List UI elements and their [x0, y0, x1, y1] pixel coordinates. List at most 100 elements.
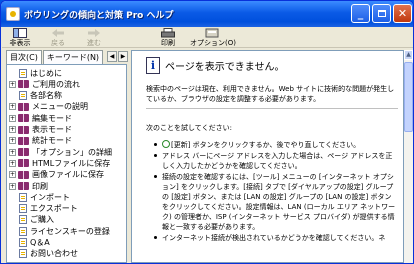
scroll-thumb[interactable]	[404, 62, 413, 132]
page-icon	[19, 91, 27, 101]
hide-button[interactable]: 非表示	[4, 28, 36, 47]
tree-item-label: 「オプション」の詳細	[32, 147, 112, 157]
hide-button-label: 非表示	[9, 39, 31, 47]
list-item: [更新] ボタンをクリックするか、後でやり直してください。	[154, 140, 398, 150]
page-icon	[19, 204, 27, 214]
printer-icon	[161, 28, 175, 38]
tree-item[interactable]: 各部名称	[19, 91, 62, 101]
expand-icon[interactable]: +	[9, 137, 16, 145]
tab-scroll-left-icon[interactable]: ◀	[107, 51, 117, 62]
tree-item[interactable]: + HTMLファイルに保存	[9, 158, 110, 168]
book-icon	[18, 136, 29, 145]
print-button-label: 印刷	[161, 39, 175, 47]
tree-item[interactable]: お問い合わせ	[19, 249, 78, 259]
options-button[interactable]: オプション(O)	[190, 28, 236, 47]
tree-item-label: Q＆A	[30, 238, 50, 247]
tree-item[interactable]: Q＆A	[19, 238, 50, 248]
close-button[interactable]: ✕	[393, 4, 412, 23]
close-icon: ✕	[397, 7, 408, 20]
expand-icon[interactable]: +	[9, 171, 16, 179]
tab-contents[interactable]: 目次(C)	[6, 50, 42, 65]
tree-item-label: 表示モード	[32, 125, 72, 134]
tab-scroll-right-icon[interactable]: ▶	[118, 51, 128, 62]
tree-item[interactable]: ライセンスキーの登録	[19, 226, 110, 236]
tree-item[interactable]: + 表示モード	[9, 125, 72, 135]
tree-item[interactable]: + 統計モード	[9, 136, 72, 146]
suggestion-text: [更新] ボタンをクリックするか、後でやり直してください。	[171, 141, 361, 149]
forward-arrow-icon	[87, 28, 101, 38]
tree-item-label: ご購入	[30, 215, 54, 225]
tree-item-label: ライセンスキーの登録	[30, 226, 110, 236]
error-description: 検索中のページは現在、利用できません。Web サイトに技術的な問題が発生している…	[146, 85, 395, 103]
list-item: アドレス バーにページ アドレスを入力した場合は、ページ アドレスを正しく入力し…	[154, 151, 398, 171]
info-icon: i	[146, 57, 160, 74]
scroll-up-icon[interactable]: ▲	[404, 50, 413, 60]
tree-item[interactable]: エクスポート	[19, 204, 78, 214]
back-button-label: 戻る	[51, 39, 65, 47]
list-item: 接続の設定を確認するには、[ツール] メニューの [インターネット オプション]…	[154, 172, 398, 232]
tree-item[interactable]: + 「オプション」の詳細	[9, 147, 112, 157]
suggestion-list: [更新] ボタンをクリックするか、後でやり直してください。 アドレス バーにペー…	[154, 140, 398, 244]
error-heading: ページを表示できません。	[165, 62, 285, 73]
error-header: i ページを表示できません。	[146, 57, 285, 74]
tab-keyword[interactable]: キーワード(N)	[42, 50, 104, 64]
tree-item-label: はじめに	[30, 68, 62, 78]
back-arrow-icon	[51, 28, 65, 38]
book-icon	[18, 148, 29, 157]
minimize-icon: _	[357, 7, 364, 20]
content-pane: i ページを表示できません。 検索中のページは現在、利用できません。Web サイ…	[131, 50, 404, 263]
list-item: インターネット接続が検出されているかどうかを確認してください。ネ	[154, 233, 398, 243]
page-icon	[19, 192, 27, 202]
expand-icon[interactable]: +	[9, 159, 16, 167]
tree-item-label: HTMLファイルに保存	[32, 158, 111, 168]
tree-item[interactable]: + 印刷	[9, 181, 48, 191]
help-body: 目次(C) キーワード(N) ◀ ▶ はじめに + ご利用の流れ各部名称 + メニューの…	[2, 48, 413, 263]
expand-icon[interactable]: +	[9, 182, 16, 190]
page-icon	[19, 215, 27, 225]
back-button[interactable]: 戻る	[42, 28, 74, 47]
tree-item[interactable]: + メニューの説明	[9, 102, 88, 112]
nav-tabs: 目次(C) キーワード(N)	[6, 50, 104, 65]
book-icon	[18, 102, 29, 111]
book-icon	[18, 159, 29, 168]
expand-icon[interactable]: +	[9, 114, 16, 122]
tree-item-label: 統計モード	[32, 136, 72, 146]
tree-item[interactable]: + 編集モード	[9, 113, 72, 123]
toolbar: 非表示 戻る 進む 印刷 オプション(O)	[2, 27, 413, 48]
tree-item-label: 印刷	[32, 181, 48, 191]
help-window: ボウリングの傾向と対策 Pro ヘルプ _ ✕ 非表示 戻る 進む 印刷 オプシ…	[0, 0, 414, 264]
title-bar[interactable]: ボウリングの傾向と対策 Pro ヘルプ _ ✕	[1, 1, 413, 27]
tree-item-label: インポート	[30, 192, 70, 202]
book-icon	[18, 182, 29, 190]
expand-icon[interactable]: +	[9, 103, 16, 111]
suggestion-text: 接続の設定を確認するには、[ツール] メニューの [インターネット オプション]…	[162, 173, 396, 231]
tree-item[interactable]: インポート	[19, 192, 70, 202]
book-icon	[18, 170, 29, 179]
maximize-button[interactable]	[372, 4, 391, 23]
tree-item-label: エクスポート	[30, 204, 78, 214]
print-button[interactable]: 印刷	[152, 28, 184, 47]
options-button-label: オプション(O)	[190, 39, 236, 47]
contents-tree[interactable]: はじめに + ご利用の流れ 各部名称 + メニューの説明 + 編集モード + 表示モード + 統計モー…	[6, 64, 127, 263]
tree-item[interactable]: ご購入	[19, 215, 54, 225]
book-icon	[18, 80, 29, 89]
tree-item-label: ご利用の流れ	[32, 79, 80, 89]
window-title: ボウリングの傾向と対策 Pro ヘルプ	[24, 10, 174, 21]
tree-item[interactable]: + 画像ファイルに保存	[9, 170, 104, 180]
tab-scroll-arrows: ◀ ▶	[106, 51, 128, 62]
tree-item[interactable]: + ご利用の流れ	[9, 79, 80, 89]
suggestion-text: アドレス バーにページ アドレスを入力した場合は、ページ アドレスを正しく入力し…	[162, 152, 393, 170]
expand-icon[interactable]: +	[9, 126, 16, 133]
page-icon	[19, 226, 27, 236]
page-icon	[19, 68, 27, 78]
tree-item-label: 編集モード	[32, 113, 72, 123]
forward-button[interactable]: 進む	[78, 28, 110, 47]
book-icon	[18, 114, 29, 123]
content-scrollbar[interactable]: ▲	[404, 50, 413, 263]
tree-item-label: 画像ファイルに保存	[32, 170, 104, 180]
expand-icon[interactable]: +	[9, 80, 16, 88]
minimize-button[interactable]: _	[351, 4, 370, 23]
book-icon	[18, 125, 29, 134]
tree-item[interactable]: はじめに	[19, 68, 62, 78]
expand-icon[interactable]: +	[9, 148, 16, 156]
